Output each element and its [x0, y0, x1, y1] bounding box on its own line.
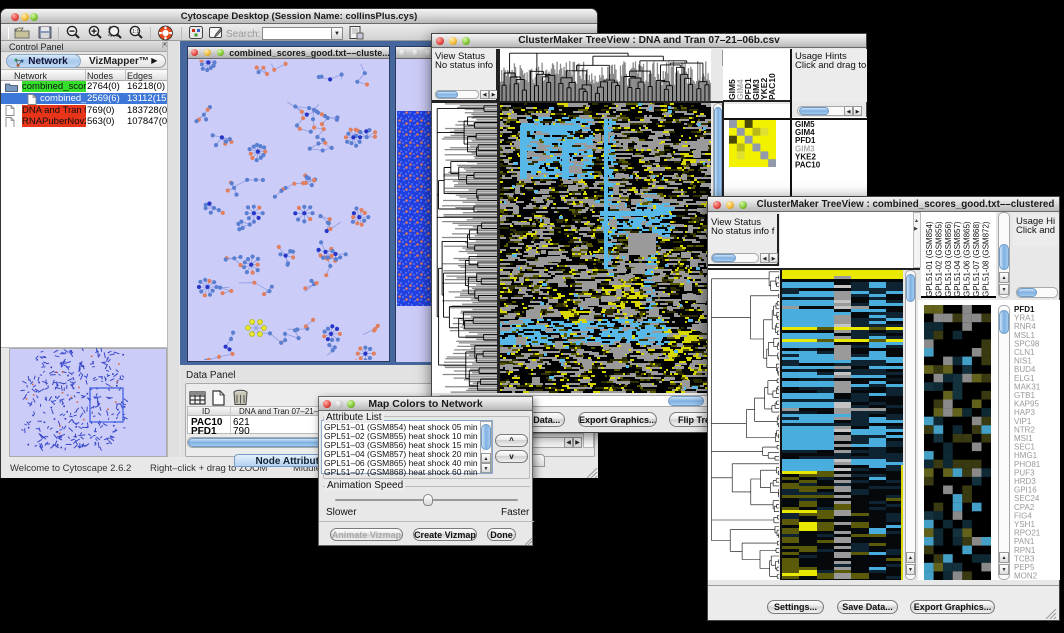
svg-text:GPL51-03 (GSM856): GPL51-03 (GSM856)	[944, 221, 953, 297]
svg-text:GPL51-08 (GSM872): GPL51-08 (GSM872)	[981, 221, 990, 297]
svg-text:1:1: 1:1	[132, 29, 139, 35]
svg-text:PAC10: PAC10	[795, 161, 821, 170]
svg-text:GPL51-02 (GSM855): GPL51-02 (GSM855)	[934, 221, 943, 297]
svg-text:PAC10: PAC10	[767, 73, 777, 100]
svg-text:GPL51-07 (GSM868): GPL51-07 (GSM868)	[972, 221, 981, 297]
svg-text:GPL51-04 (GSM857): GPL51-04 (GSM857)	[953, 221, 962, 297]
svg-text:GPL51-01 (GSM854): GPL51-01 (GSM854)	[925, 221, 934, 297]
svg-text:GPL51-06 (GSM865): GPL51-06 (GSM865)	[963, 221, 972, 297]
